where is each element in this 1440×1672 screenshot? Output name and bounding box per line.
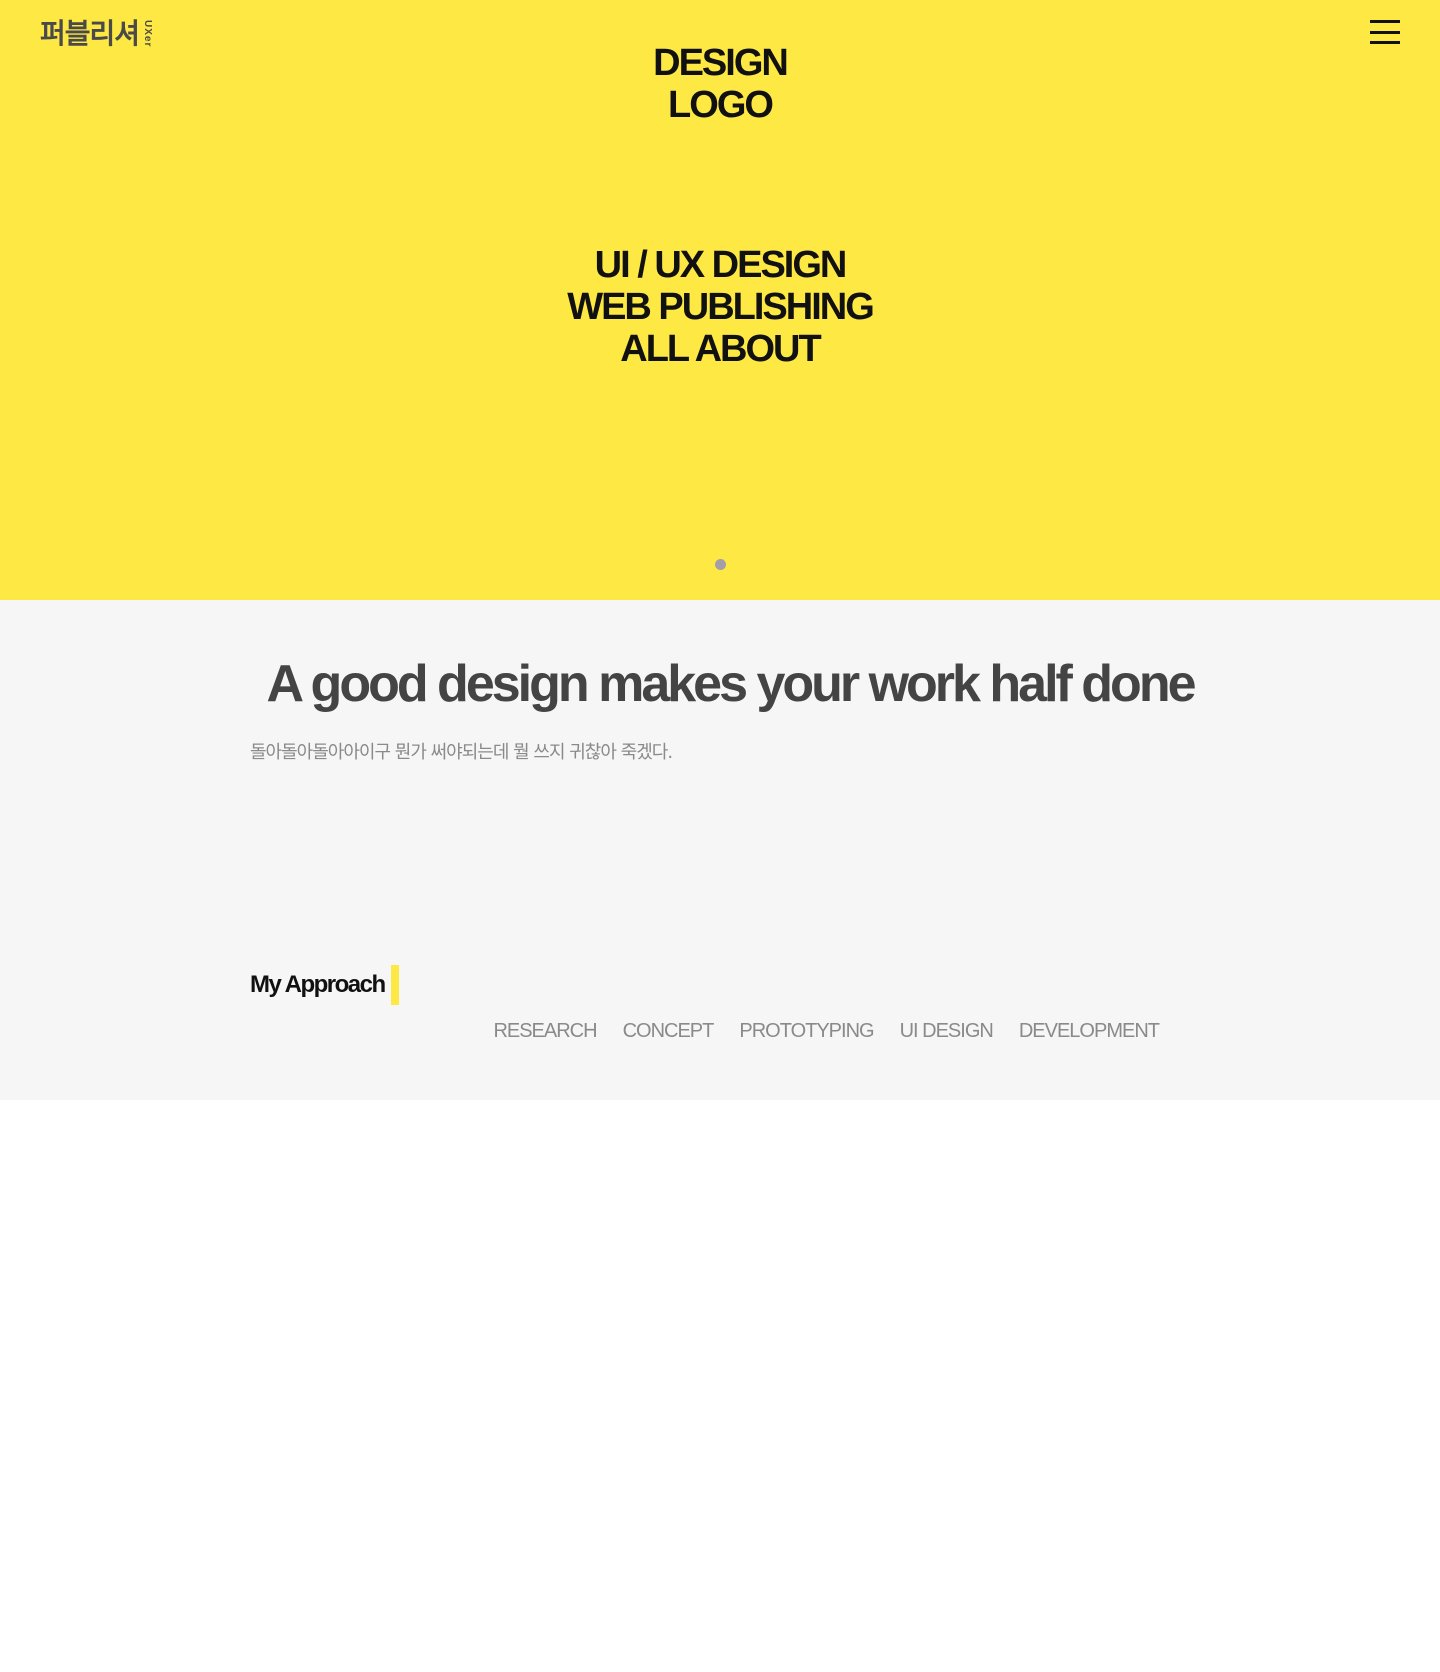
step-research[interactable]: RESEARCH bbox=[493, 1018, 597, 1044]
about-section: A good design makes your work half done … bbox=[0, 600, 1440, 1100]
hero-headline: UI / UX DESIGN WEB PUBLISHING ALL ABOUT bbox=[0, 244, 1440, 370]
hero-section: 퍼블리셔 UXer DESIGN LOGO UI / UX DESIGN WEB… bbox=[0, 0, 1440, 600]
hero-headline-line: WEB PUBLISHING bbox=[567, 286, 875, 328]
step-ui-design[interactable]: UI DESIGN bbox=[900, 1018, 994, 1044]
hero-headline-line: ALL ABOUT bbox=[620, 328, 821, 370]
approach-title: My Approach bbox=[250, 971, 386, 998]
hamburger-icon[interactable] bbox=[1370, 20, 1400, 44]
step-prototyping[interactable]: PROTOTYPING bbox=[739, 1018, 874, 1044]
step-concept[interactable]: CONCEPT bbox=[623, 1018, 715, 1044]
about-description: 돌아돌아돌아아이구 뭔가 써야되는데 뭘 쓰지 귀찮아 죽겠다. bbox=[250, 742, 673, 763]
about-title: A good design makes your work half done bbox=[266, 655, 1196, 713]
approach-accent-bar bbox=[390, 965, 399, 1005]
approach-steps: RESEARCH CONCEPT PROTOTYPING UI DESIGN D… bbox=[493, 1018, 1160, 1044]
hero-logo-line: DESIGN bbox=[653, 42, 789, 84]
hero-logo-line: LOGO bbox=[668, 84, 774, 126]
slider-pager-dot[interactable] bbox=[715, 559, 726, 570]
approach-heading: My Approach bbox=[250, 965, 399, 1005]
hero-logo: DESIGN LOGO bbox=[0, 42, 1440, 126]
menu-line bbox=[1370, 30, 1400, 34]
menu-line bbox=[1370, 20, 1400, 23]
step-development[interactable]: DEVELOPMENT bbox=[1019, 1018, 1160, 1044]
hero-headline-line: UI / UX DESIGN bbox=[594, 244, 848, 286]
